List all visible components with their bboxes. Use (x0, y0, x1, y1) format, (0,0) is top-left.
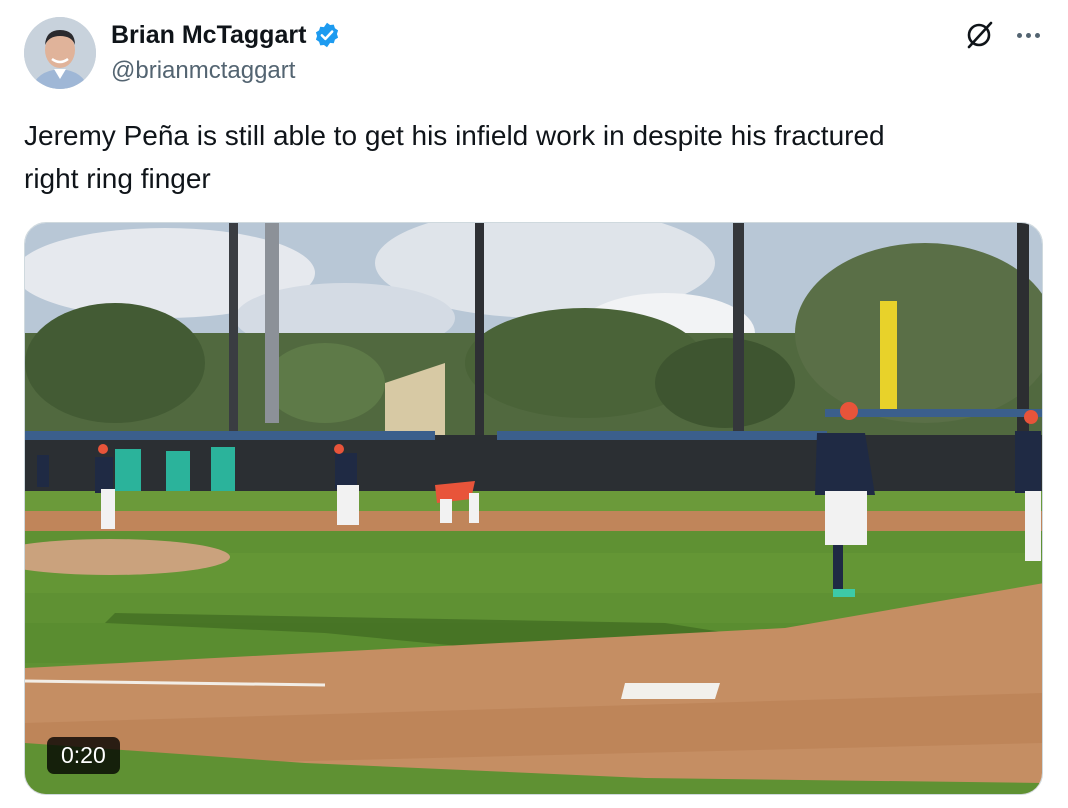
grok-icon (967, 21, 993, 49)
verified-badge-icon (316, 22, 339, 48)
author-avatar[interactable] (24, 17, 96, 89)
video-player[interactable]: 0:20 (24, 222, 1043, 795)
video-duration-badge: 0:20 (47, 737, 120, 774)
author-handle[interactable]: @brianmctaggart (111, 55, 295, 87)
avatar-image (24, 17, 96, 89)
author-name[interactable]: Brian McTaggart (111, 19, 341, 51)
more-options-button[interactable] (1012, 22, 1044, 48)
tweet-text: Jeremy Peña is still able to get his inf… (24, 120, 885, 194)
grok-button[interactable] (962, 18, 996, 52)
more-dots-icon (1016, 32, 1022, 38)
video-frame (25, 223, 1042, 794)
author-display-name[interactable]: Brian McTaggart (111, 19, 306, 51)
